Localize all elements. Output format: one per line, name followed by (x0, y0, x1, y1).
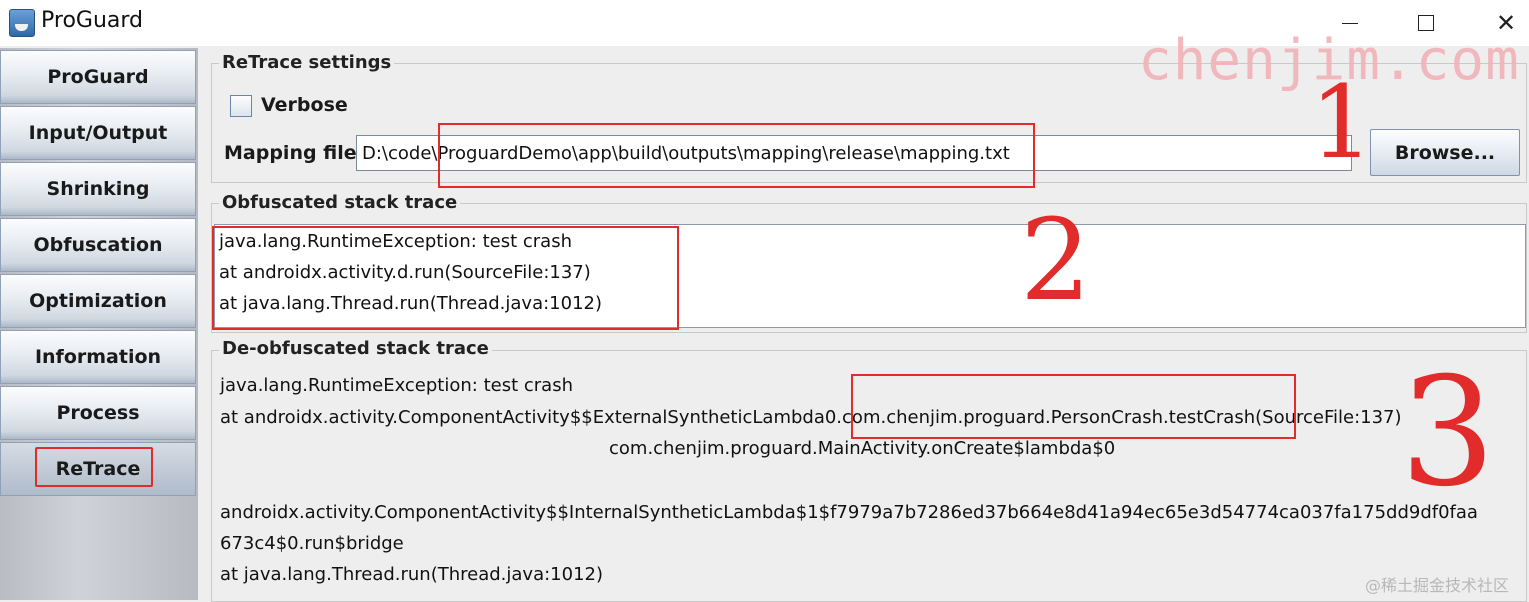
deobfuscated-line: 673c4$0.run$bridge (220, 533, 404, 554)
deobfuscated-line: at java.lang.Thread.run(Thread.java:1012… (220, 564, 604, 585)
sidebar-item-process[interactable]: Process (0, 386, 196, 440)
retrace-highlight-box (35, 447, 153, 487)
sidebar-item-optimization[interactable]: Optimization (0, 274, 196, 328)
site-watermark: @稀土掘金技术社区 (1365, 576, 1510, 595)
sidebar-item-obfuscation[interactable]: Obfuscation (0, 218, 196, 272)
annotation-mark-3: 3 (1400, 346, 1496, 520)
sidebar-item-proguard[interactable]: ProGuard (0, 50, 196, 104)
deobfuscated-line: com.chenjim.proguard.MainActivity.onCrea… (609, 438, 1116, 459)
sidebar-item-information[interactable]: Information (0, 330, 196, 384)
sidebar: ProGuard Input/Output Shrinking Obfuscat… (0, 48, 198, 600)
obfuscated-title: Obfuscated stack trace (219, 192, 461, 213)
verbose-label: Verbose (261, 94, 348, 116)
verbose-checkbox[interactable] (230, 95, 252, 117)
sidebar-item-input-output[interactable]: Input/Output (0, 106, 196, 160)
window-title: ProGuard (41, 8, 143, 33)
java-cup-icon (9, 9, 35, 37)
retrace-settings-title: ReTrace settings (219, 52, 395, 73)
sidebar-item-shrinking[interactable]: Shrinking (0, 162, 196, 216)
watermark-text: chenjim.com (1138, 28, 1520, 93)
mapping-file-label: Mapping file (224, 142, 357, 164)
deobfuscated-line: java.lang.RuntimeException: test crash (220, 375, 573, 396)
browse-button[interactable]: Browse... (1370, 129, 1520, 176)
mapping-highlight-box (438, 123, 1035, 188)
deobfuscated-line: androidx.activity.ComponentActivity$$Int… (220, 502, 1478, 523)
deobfuscated-highlight-box (851, 374, 1296, 439)
minimize-icon (1342, 22, 1358, 24)
annotation-mark-2: 2 (1020, 196, 1092, 326)
obfuscated-highlight-box (212, 226, 679, 330)
deobfuscated-title: De-obfuscated stack trace (219, 338, 492, 359)
